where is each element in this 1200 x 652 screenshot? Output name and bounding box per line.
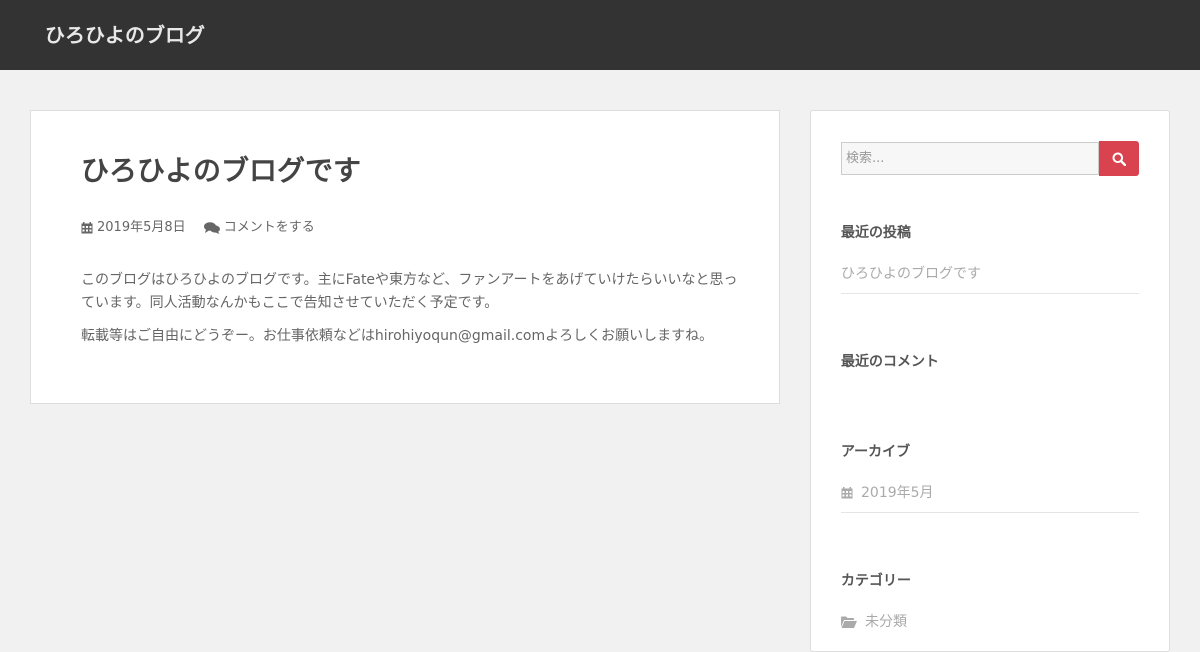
category-label: 未分類: [865, 614, 907, 630]
search-input[interactable]: [841, 142, 1099, 175]
divider: [841, 512, 1139, 513]
post-date-link[interactable]: 2019年5月8日: [97, 219, 186, 237]
post-meta: 2019年5月8日 コメントをする: [81, 219, 329, 240]
sidebar: 最近の投稿 ひろひよのブログです 最近のコメント アーカイブ 2019年5月 カ…: [810, 110, 1170, 652]
calendar-icon: [841, 487, 853, 499]
search-icon: [1112, 152, 1126, 166]
site-title-link[interactable]: ひろひよのブログ: [45, 22, 205, 48]
recent-comments-title: 最近のコメント: [841, 354, 939, 370]
archive-label: 2019年5月: [861, 485, 934, 501]
category-link[interactable]: 未分類: [841, 612, 907, 632]
post-paragraph: このブログはひろひよのブログです。主にFateや東方など、ファンアートをあげてい…: [81, 272, 738, 311]
archives-title: アーカイブ: [841, 444, 911, 460]
categories-title: カテゴリー: [841, 573, 911, 589]
comment-link[interactable]: コメントをする: [224, 219, 315, 237]
post-paragraph: 転載等はご自由にどうぞー。お仕事依頼などはhirohiyoqun@gmail.c…: [81, 328, 714, 344]
post-content: このブログはひろひよのブログです。主にFateや東方など、ファンアートをあげてい…: [81, 269, 741, 358]
recent-posts-title: 最近の投稿: [841, 225, 911, 241]
comments-icon: [203, 222, 220, 234]
post-comments: コメントをする: [203, 219, 315, 237]
archive-link[interactable]: 2019年5月: [841, 483, 934, 503]
post-card: ひろひよのブログです 2019年5月8日 コメントをする このブログはひろひよの…: [30, 110, 780, 404]
folder-open-icon: [841, 616, 857, 628]
search-button[interactable]: [1099, 141, 1139, 176]
site-header: ひろひよのブログ: [0, 0, 1200, 70]
post-date: 2019年5月8日: [81, 219, 186, 237]
calendar-icon: [81, 222, 93, 234]
post-title: ひろひよのブログです: [81, 154, 362, 187]
divider: [841, 293, 1139, 294]
recent-post-link[interactable]: ひろひよのブログです: [841, 264, 981, 284]
